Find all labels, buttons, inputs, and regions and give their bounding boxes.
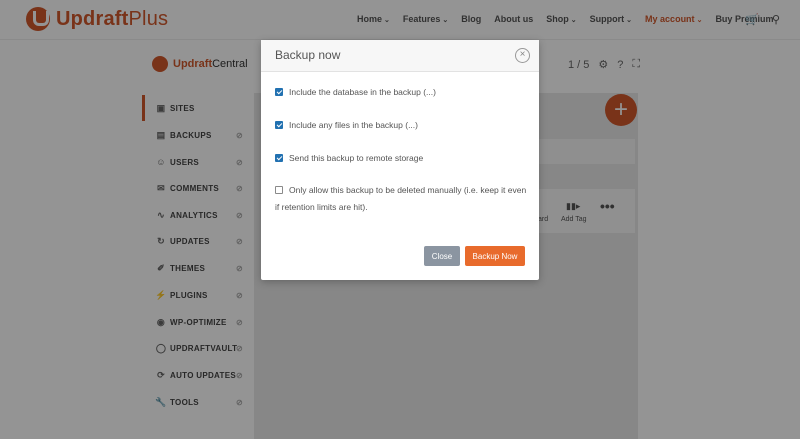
checkbox-remote-storage[interactable] bbox=[275, 154, 283, 162]
option-manual-delete-only[interactable]: Only allow this backup to be deleted man… bbox=[275, 182, 531, 216]
checkbox-manual-delete-only[interactable] bbox=[275, 186, 283, 194]
close-button[interactable]: Close bbox=[424, 246, 460, 266]
option-remote-storage[interactable]: Send this backup to remote storage bbox=[275, 150, 531, 167]
dialog-header: Backup now × bbox=[261, 40, 539, 72]
option-include-database[interactable]: Include the database in the backup (...) bbox=[275, 84, 531, 101]
checkbox-include-files[interactable] bbox=[275, 121, 283, 129]
option-include-files[interactable]: Include any files in the backup (...) bbox=[275, 117, 531, 134]
checkbox-include-database[interactable] bbox=[275, 88, 283, 96]
backup-now-button[interactable]: Backup Now bbox=[465, 246, 525, 266]
backup-now-dialog: Backup now × Include the database in the… bbox=[261, 40, 539, 280]
close-icon[interactable]: × bbox=[515, 48, 530, 63]
dialog-title: Backup now bbox=[275, 48, 341, 62]
